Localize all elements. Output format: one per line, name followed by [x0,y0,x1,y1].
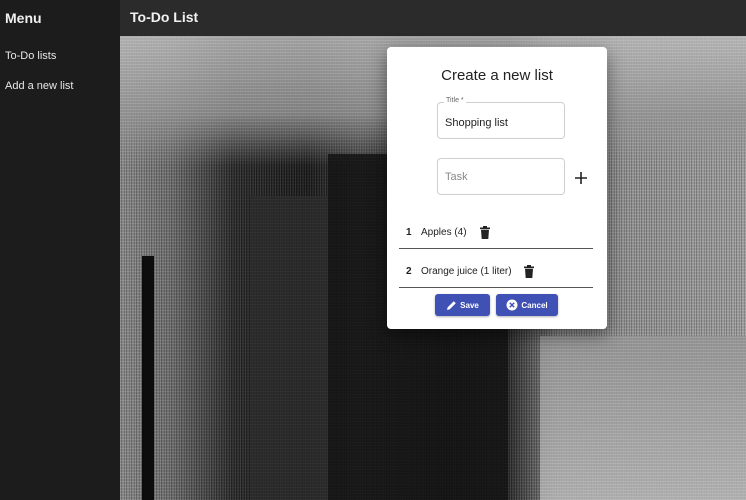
task-row: 2 Orange juice (1 liter) [399,252,593,288]
task-row: 1 Apples (4) [399,213,593,249]
sidebar-item-add-new-list[interactable]: Add a new list [0,71,120,101]
task-text: Orange juice (1 liter) [421,266,512,277]
sidebar-item-todo-lists[interactable]: To-Do lists [0,41,120,71]
cancel-button[interactable]: Cancel [496,294,558,316]
pencil-icon [446,300,457,311]
title-field-value[interactable]: Shopping list [445,117,508,129]
dialog-title: Create a new list [441,67,553,84]
sidebar-header: Menu [5,10,42,26]
app-bar-title: To-Do List [120,0,746,36]
task-field[interactable]: Task [437,158,565,195]
task-number: 2 [406,266,412,277]
task-number: 1 [406,227,412,238]
plus-icon[interactable] [573,171,589,187]
trash-icon[interactable] [479,226,491,239]
save-button-label: Save [460,300,479,310]
task-text: Apples (4) [421,227,467,238]
sidebar: Menu To-Do lists Add a new list [0,0,120,500]
trash-icon[interactable] [523,265,535,278]
cancel-button-label: Cancel [521,300,548,310]
create-list-dialog: Create a new list Title * Shopping list … [387,47,607,329]
title-field[interactable]: Title * Shopping list [437,97,565,139]
cancel-circle-icon [506,299,518,311]
title-field-label: Title * [444,97,466,104]
save-button[interactable]: Save [435,294,490,316]
task-field-placeholder[interactable]: Task [445,171,468,183]
